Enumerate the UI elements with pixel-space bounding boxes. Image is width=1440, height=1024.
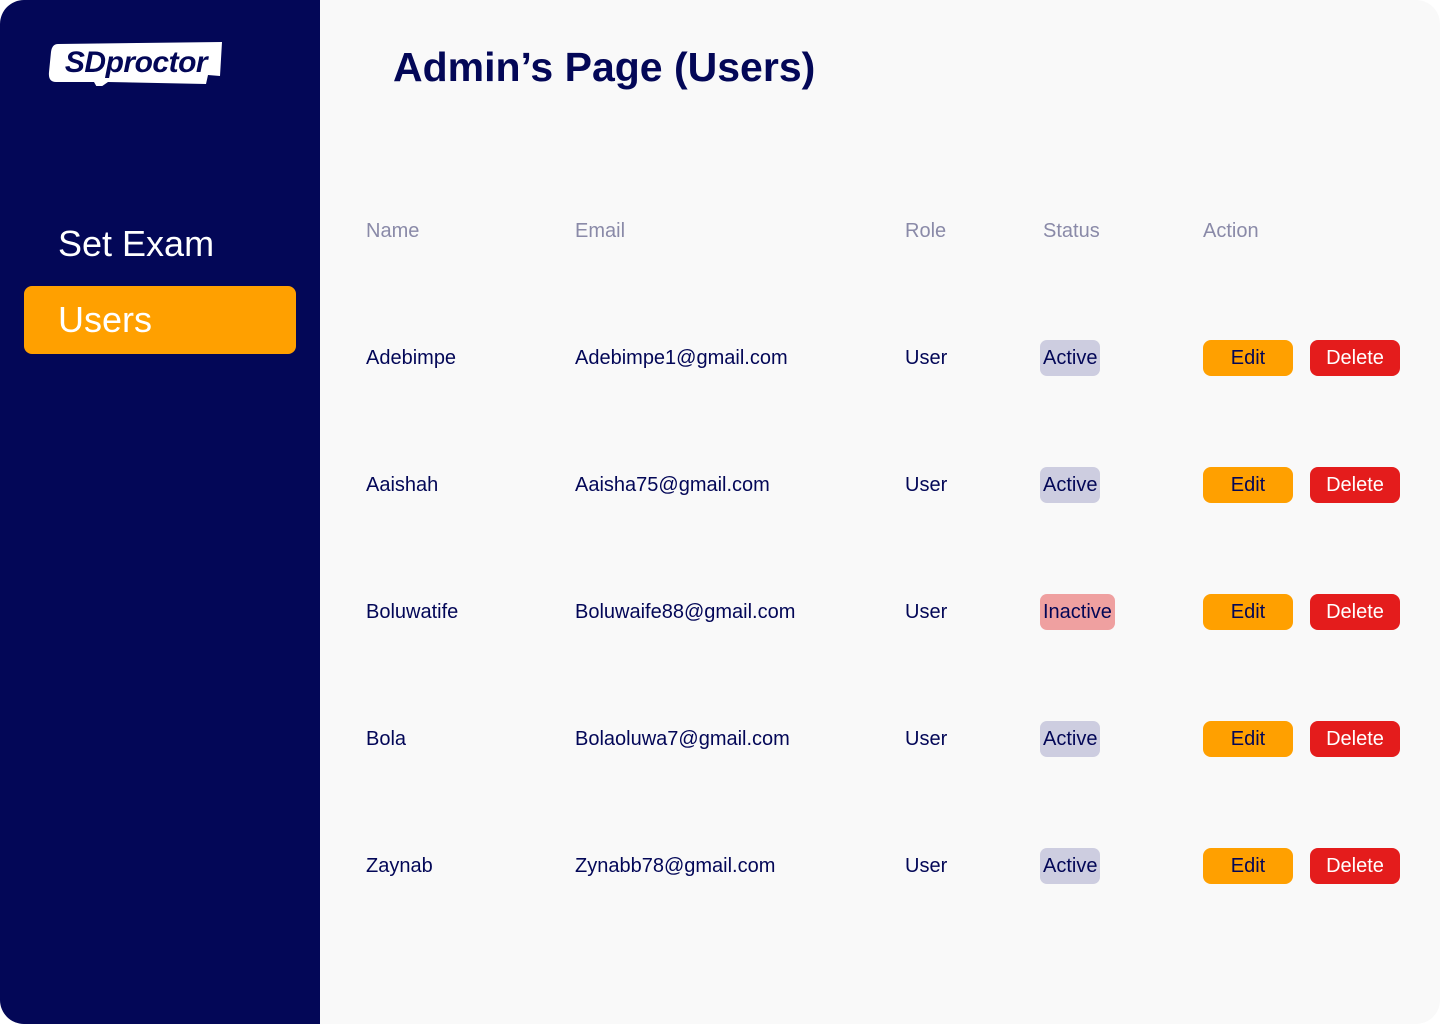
- user-name: Zaynab: [366, 855, 433, 877]
- user-email: Aaisha75@gmail.com: [575, 474, 770, 496]
- logo[interactable]: SDproctor: [48, 42, 224, 86]
- sidebar-item-label: Set Exam: [58, 223, 215, 264]
- user-role: User: [905, 474, 948, 496]
- user-name: Boluwatife: [366, 601, 459, 623]
- column-header-email: Email: [575, 220, 626, 242]
- status-badge: Inactive: [1040, 594, 1115, 630]
- sidebar-item-set-exam[interactable]: Set Exam: [24, 210, 296, 278]
- user-email: Bolaoluwa7@gmail.com: [575, 728, 790, 750]
- delete-button[interactable]: Delete: [1310, 848, 1400, 884]
- edit-button[interactable]: Edit: [1203, 467, 1293, 503]
- user-role: User: [905, 728, 948, 750]
- user-name: Adebimpe: [366, 347, 457, 369]
- edit-button[interactable]: Edit: [1203, 340, 1293, 376]
- delete-button[interactable]: Delete: [1310, 340, 1400, 376]
- user-role: User: [905, 347, 948, 369]
- user-role: User: [905, 601, 948, 623]
- column-header-role: Role: [905, 220, 947, 242]
- user-email: Boluwaife88@gmail.com: [575, 601, 796, 623]
- app-window: SDproctor Set Exam Users Admin’s Page (U…: [0, 0, 1440, 1024]
- table-row: Bola Bolaoluwa7@gmail.com User Active Ed…: [0, 721, 1440, 757]
- delete-button[interactable]: Delete: [1310, 467, 1400, 503]
- sidebar-item-label: Users: [58, 299, 153, 340]
- status-badge: Active: [1040, 721, 1101, 757]
- status-badge: Active: [1040, 340, 1101, 376]
- logo-text: SDproctor: [64, 45, 208, 79]
- status-badge: Active: [1040, 467, 1101, 503]
- table-row: Zaynab Zynabb78@gmail.com User Active Ed…: [0, 848, 1440, 884]
- column-header-status: Status: [1043, 220, 1100, 242]
- user-role: User: [905, 855, 948, 877]
- table-row: Adebimpe Adebimpe1@gmail.com User Active…: [0, 340, 1440, 376]
- edit-button[interactable]: Edit: [1203, 594, 1293, 630]
- user-name: Bola: [366, 728, 407, 750]
- table-row: Boluwatife Boluwaife88@gmail.com User In…: [0, 594, 1440, 630]
- edit-button[interactable]: Edit: [1203, 721, 1293, 757]
- page-title: Admin’s Page (Users): [393, 44, 816, 90]
- column-header-action: Action: [1203, 220, 1259, 242]
- user-email: Zynabb78@gmail.com: [575, 855, 776, 877]
- user-name: Aaishah: [366, 474, 439, 496]
- edit-button[interactable]: Edit: [1203, 848, 1293, 884]
- table-row: Aaishah Aaisha75@gmail.com User Active E…: [0, 467, 1440, 503]
- delete-button[interactable]: Delete: [1310, 721, 1400, 757]
- status-badge: Active: [1040, 848, 1101, 884]
- delete-button[interactable]: Delete: [1310, 594, 1400, 630]
- column-header-name: Name: [366, 220, 420, 242]
- user-email: Adebimpe1@gmail.com: [575, 347, 788, 369]
